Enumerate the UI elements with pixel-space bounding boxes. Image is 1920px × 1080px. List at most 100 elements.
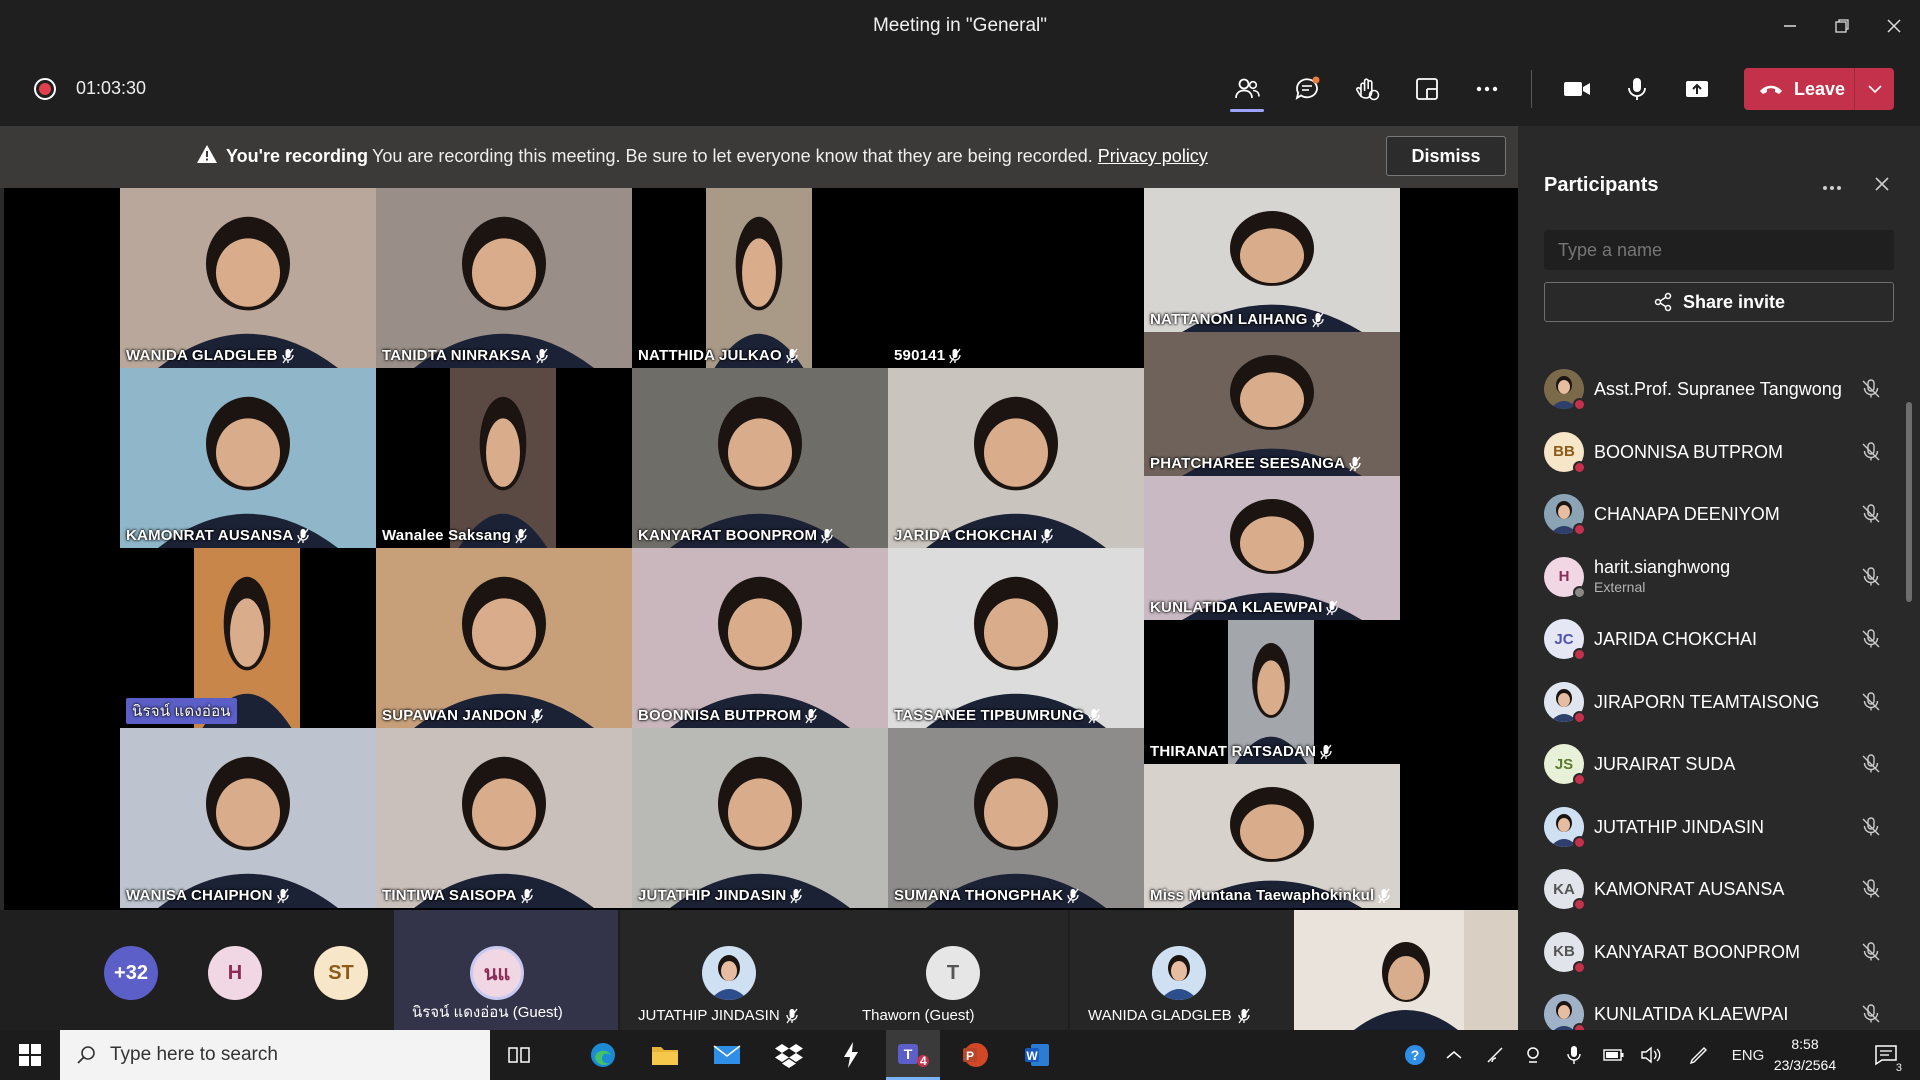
share-invite-button[interactable]: Share invite (1544, 282, 1894, 322)
video-tile[interactable]: TINTIWA SAISOPA (376, 728, 632, 908)
video-tile[interactable]: THIRANAT RATSADAN (1144, 620, 1400, 764)
video-tile[interactable]: PHATCHAREE SEESANGA (1144, 332, 1400, 476)
video-tile[interactable]: JUTATHIP JINDASIN (632, 728, 888, 908)
taskbar-clock[interactable]: 8:58 23/3/2564 (1770, 1034, 1840, 1076)
participant-avatar: BB (1544, 431, 1586, 474)
panel-close-button[interactable] (1874, 172, 1890, 198)
taskbar-dropbox[interactable] (762, 1030, 816, 1080)
dismiss-button[interactable]: Dismiss (1386, 136, 1506, 176)
notifications-button[interactable]: 3 (1864, 1030, 1908, 1080)
video-tile[interactable]: WANISA CHAIPHON (120, 728, 376, 908)
strip-participant-tile[interactable]: นแ นิรจน์ แดงอ่อน (Guest) (394, 910, 618, 1030)
participant-row[interactable]: CHANAPA DEENIYOM (1544, 483, 1894, 546)
video-tile[interactable]: NATTHIDA JULKAO (632, 188, 888, 368)
task-view-button[interactable] (492, 1030, 546, 1080)
participant-name-block: CHANAPA DEENIYOM (1594, 504, 1780, 524)
strip-participant-label: นิรจน์ แดงอ่อน (Guest) (412, 1000, 563, 1024)
participant-name-label: KAMONRAT AUSANSA (126, 527, 310, 544)
video-tile[interactable]: นิรจน์ แดงอ่อน (120, 548, 376, 728)
participants-button[interactable] (1222, 64, 1272, 114)
participant-row[interactable]: JIRAPORN TEAMTAISONG (1544, 671, 1894, 734)
microphone-icon (821, 528, 833, 543)
pen-tray[interactable] (1684, 1030, 1714, 1080)
participant-avatar (1544, 806, 1586, 849)
taskbar-app-lightning[interactable] (824, 1030, 878, 1080)
video-tile[interactable]: JARIDA CHOKCHAI (888, 368, 1144, 548)
taskbar-word[interactable]: W (1010, 1030, 1064, 1080)
speaker-icon (1641, 1046, 1661, 1064)
participant-name-block: JIRAPORN TEAMTAISONG (1594, 692, 1819, 712)
participant-avatar[interactable]: ST (314, 946, 368, 1000)
video-tile[interactable]: WANIDA GLADGLEB (120, 188, 376, 368)
leave-options-button[interactable] (1854, 68, 1894, 110)
video-tile[interactable]: TANIDTA NINRAKSA (376, 188, 632, 368)
more-participants-button[interactable]: +32 (104, 946, 158, 1000)
participant-name-block: KUNLATIDA KLAEWPAI (1594, 1004, 1788, 1024)
help-tray[interactable]: ? (1398, 1030, 1432, 1080)
participant-row[interactable]: H harit.sianghwong External (1544, 546, 1894, 609)
participant-row[interactable]: JC JARIDA CHOKCHAI (1544, 608, 1894, 671)
privacy-policy-link[interactable]: Privacy policy (1098, 146, 1208, 166)
leave-button[interactable]: Leave (1744, 68, 1854, 110)
media-controls (1552, 64, 1722, 114)
participant-row[interactable]: KA KAMONRAT AUSANSA (1544, 858, 1894, 921)
video-tile[interactable]: KAMONRAT AUSANSA (120, 368, 376, 548)
participant-row[interactable]: JS JURAIRAT SUDA (1544, 733, 1894, 796)
minimize-button[interactable] (1764, 0, 1816, 52)
strip-participant-label: JUTATHIP JINDASIN (638, 1007, 798, 1024)
video-tile[interactable]: KUNLATIDA KLAEWPAI (1144, 476, 1400, 620)
video-tile[interactable]: SUMANA THONGPHAK (888, 728, 1144, 908)
show-hidden-icons-button[interactable] (1440, 1030, 1468, 1080)
camera-button[interactable] (1552, 64, 1602, 114)
self-video-preview[interactable] (1294, 910, 1518, 1030)
rooms-button[interactable] (1402, 64, 1452, 114)
close-window-button[interactable] (1868, 0, 1920, 52)
taskbar-teams[interactable]: T 4 (886, 1030, 940, 1080)
participant-row[interactable]: JUTATHIP JINDASIN (1544, 796, 1894, 859)
strip-participant-tile[interactable]: JUTATHIP JINDASIN (620, 910, 844, 1030)
panel-more-button[interactable] (1822, 174, 1842, 197)
video-tile[interactable]: Wanalee Saksang (376, 368, 632, 548)
video-tile[interactable]: KANYARAT BOONPROM (632, 368, 888, 548)
language-indicator[interactable]: ENG (1728, 1030, 1768, 1080)
taskbar-search-box[interactable]: Type here to search (60, 1030, 490, 1080)
mic-off-icon (1862, 754, 1880, 773)
microphone-button[interactable] (1612, 64, 1662, 114)
participant-list-scrollbar[interactable] (1906, 402, 1912, 602)
pen-icon (1689, 1047, 1707, 1065)
powerpoint-icon: P (963, 1043, 988, 1067)
video-tile[interactable]: SUPAWAN JANDON (376, 548, 632, 728)
participant-avatar[interactable]: H (208, 946, 262, 1000)
reactions-button[interactable] (1342, 64, 1392, 114)
participant-row[interactable]: Asst.Prof. Supranee Tangwong (1544, 358, 1894, 421)
strip-participant-tile[interactable]: WANIDA GLADGLEB (1070, 910, 1294, 1030)
volume-tray[interactable] (1638, 1030, 1666, 1080)
video-tile[interactable]: TASSANEE TIPBUMRUNG (888, 548, 1144, 728)
taskbar-file-explorer[interactable] (638, 1030, 692, 1080)
participant-row[interactable]: BB BOONNISA BUTPROM (1544, 421, 1894, 484)
microphone-icon (805, 708, 818, 723)
share-screen-button[interactable] (1672, 64, 1722, 114)
participant-name-block: KANYARAT BOONPROM (1594, 942, 1800, 962)
participant-search-input[interactable] (1544, 230, 1894, 270)
battery-tray[interactable] (1600, 1030, 1628, 1080)
network-tray[interactable] (1482, 1030, 1510, 1080)
toolbar-divider (1531, 70, 1532, 108)
taskbar-mail[interactable] (700, 1030, 754, 1080)
start-button[interactable] (0, 1030, 60, 1080)
mic-tray[interactable] (1560, 1030, 1588, 1080)
video-tile[interactable]: BOONNISA BUTPROM (632, 548, 888, 728)
camera-tray[interactable] (1520, 1030, 1548, 1080)
strip-participant-tile[interactable]: T Thaworn (Guest) (844, 910, 1068, 1030)
taskbar-powerpoint[interactable]: P (948, 1030, 1002, 1080)
chat-button[interactable] (1282, 64, 1332, 114)
video-feed (376, 728, 632, 908)
participant-row[interactable]: KB KANYARAT BOONPROM (1544, 921, 1894, 984)
restore-button[interactable] (1816, 0, 1868, 52)
more-actions-button[interactable] (1462, 64, 1512, 114)
video-tile[interactable]: 590141 (888, 188, 1144, 368)
edge-browser-icon (591, 1043, 615, 1067)
video-tile[interactable]: Miss Muntana Taewaphokinkul (1144, 764, 1400, 908)
taskbar-edge[interactable] (576, 1030, 630, 1080)
video-tile[interactable]: NATTANON LAIHANG (1144, 188, 1400, 332)
